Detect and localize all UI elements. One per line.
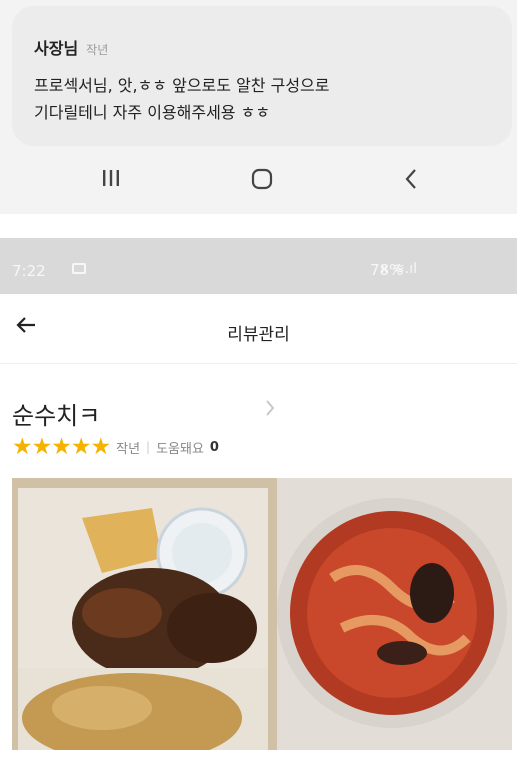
gallery-icon [72, 263, 86, 274]
reply-header: 사장님 작년 [34, 35, 108, 59]
previous-screen: 사장님 작년 프로섹서님, 앗,ㅎㅎ 앞으로도 알찬 구성으로 기다릴테니 자주… [0, 0, 517, 222]
app-bar: 리뷰관리 [0, 294, 517, 364]
system-nav-bar [0, 152, 517, 214]
chevron-right-icon[interactable] [264, 398, 276, 423]
divider: | [146, 440, 151, 454]
page-title: 리뷰관리 [227, 325, 290, 345]
reply-text: 프로섹서님, 앗,ㅎㅎ 앞으로도 알찬 구성으로 기다릴테니 자주 이용해주세용… [34, 72, 329, 126]
helpful-count: 0 [209, 439, 219, 455]
reply-author: 사장님 [34, 39, 79, 58]
reply-line-2: 기다릴테니 자주 이용해주세용 ㅎㅎ [34, 103, 271, 122]
battery-percent: 78% [370, 261, 404, 279]
rating-row: ★★★★★ 작년 | 도움돼요 0 [12, 434, 219, 460]
reply-line-1: 프로섹서님, 앗,ㅎㅎ 앞으로도 알찬 구성으로 [34, 76, 330, 95]
review-photo[interactable] [12, 478, 512, 757]
recent-apps-icon[interactable] [101, 167, 121, 195]
store-name[interactable]: 순수치ㅋ [12, 396, 100, 431]
review-time: 작년 [116, 441, 141, 457]
screenshot-separator [0, 214, 517, 238]
helpful-label[interactable]: 도움돼요 [156, 438, 204, 457]
reply-time: 작년 [86, 43, 109, 57]
store-name-text: 순수치ㅋ [12, 402, 101, 430]
star-rating: ★★★★★ [12, 434, 111, 460]
home-icon[interactable] [250, 167, 274, 197]
status-time: 7:22 [12, 262, 46, 280]
owner-reply-card: 사장님 작년 프로섹서님, 앗,ㅎㅎ 앞으로도 알찬 구성으로 기다릴테니 자주… [12, 6, 512, 146]
back-icon[interactable] [402, 167, 420, 197]
status-bar: 7:22 ⅹ ≋.ıl 78% [0, 238, 517, 294]
